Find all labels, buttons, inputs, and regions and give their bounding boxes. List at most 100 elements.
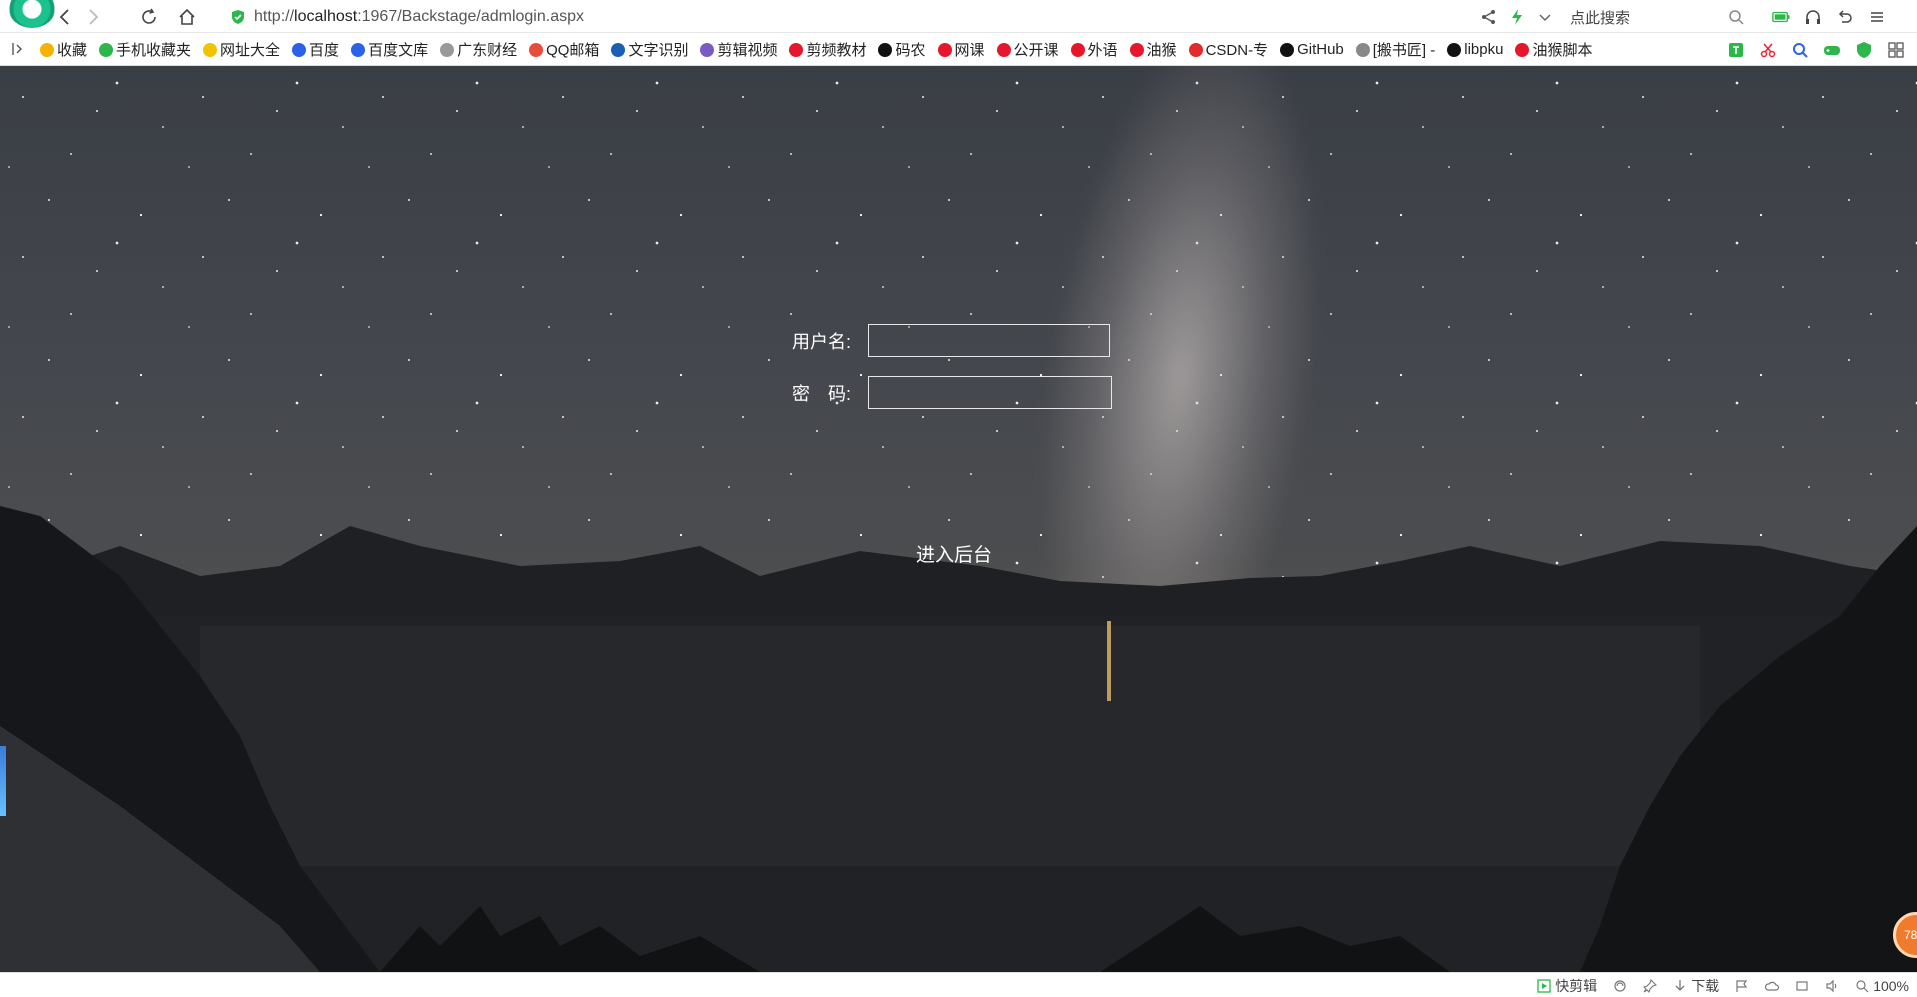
github-icon [1280, 42, 1295, 57]
flag-icon[interactable] [1735, 979, 1749, 993]
zoom-control[interactable]: 100% [1855, 978, 1909, 994]
status-bar: 快剪辑 下载 100% [0, 972, 1917, 997]
grid-apps-icon[interactable] [1887, 41, 1905, 59]
weibo-icon [1129, 42, 1144, 57]
speaker-icon[interactable] [1825, 979, 1839, 993]
cloud-icon[interactable] [1765, 979, 1780, 993]
bookmark-label: 剪辑视频 [717, 42, 778, 59]
home-button[interactable] [174, 4, 200, 30]
username-input[interactable] [868, 324, 1110, 357]
baidu-paw-icon [351, 42, 366, 57]
bookmark-label: 油猴脚本 [1532, 42, 1593, 59]
search-placeholder: 点此搜索 [1570, 9, 1631, 27]
globe-icon [203, 42, 218, 57]
bookmark-item[interactable]: libpku [1447, 41, 1503, 58]
bookmark-item[interactable]: 剪辑视频 [700, 39, 777, 60]
address-bar[interactable]: http://localhost:1967/Backstage/admlogin… [230, 4, 1460, 30]
github-icon [1447, 42, 1462, 57]
bookmark-tools [1727, 33, 1905, 66]
search-icon[interactable] [1727, 8, 1745, 26]
reload-icon [142, 8, 156, 24]
bookmark-item[interactable]: 百度文库 [351, 39, 428, 60]
forward-button[interactable] [80, 4, 106, 30]
search-box[interactable]: 点此搜索 [1560, 4, 1745, 30]
bookmark-item[interactable]: 油猴 [1129, 39, 1177, 60]
bookmark-label: 百度 [309, 42, 340, 59]
quick-edit-button[interactable]: 快剪辑 [1537, 976, 1597, 996]
translate-icon[interactable] [1727, 41, 1745, 59]
battery-icon[interactable] [1772, 8, 1790, 26]
bookmark-label: QQ邮箱 [546, 42, 600, 59]
bookmark-item[interactable]: 广东财经 [440, 39, 517, 60]
enter-backend-button[interactable]: 进入后台 [916, 540, 992, 567]
bookmark-item[interactable]: 网课 [937, 39, 985, 60]
download-button[interactable]: 下载 [1673, 976, 1719, 996]
url-host: localhost [294, 8, 358, 25]
bookmark-label: 公开课 [1013, 42, 1059, 59]
gamepad-icon[interactable] [1823, 41, 1841, 59]
reload-button[interactable] [136, 4, 162, 30]
phone-icon [99, 42, 114, 57]
weibo-icon [937, 42, 952, 57]
bookmark-label: CSDN-专 [1205, 42, 1269, 59]
download-arrow-icon [1673, 979, 1687, 993]
secure-shield-icon [232, 10, 244, 24]
bookmark-item[interactable]: 文字识别 [611, 39, 688, 60]
bookmark-label: 码农 [895, 42, 926, 59]
headphones-icon[interactable] [1804, 8, 1822, 26]
toolbar-right-icons [1772, 4, 1886, 30]
bookmark-item[interactable]: CSDN-专 [1188, 39, 1269, 60]
csdn-icon [1188, 42, 1203, 57]
bookmark-bar: 收藏 手机收藏夹 网址大全 百度 百度文库 广东财经 QQ邮箱 文字识别 剪辑视频 剪频教材 码农 网… [0, 33, 1917, 66]
bookmark-item[interactable]: 油猴脚本 [1515, 39, 1592, 60]
bookmark-item[interactable]: 剪频教材 [789, 39, 866, 60]
url-text: http://localhost:1967/Backstage/admlogin… [254, 8, 584, 26]
undo-icon[interactable] [1836, 8, 1854, 26]
magnifier-icon[interactable] [1791, 41, 1809, 59]
chevron-down-icon[interactable] [1536, 8, 1554, 26]
sidebar-toggle-icon[interactable] [10, 41, 26, 57]
url-prefix: http:// [254, 8, 295, 25]
github-icon [878, 42, 893, 57]
bookmark-item[interactable]: 公开课 [996, 39, 1059, 60]
bookmark-item[interactable]: 收藏 [40, 39, 87, 60]
bookmark-label: 网址大全 [220, 42, 281, 59]
username-row: 用户名: [792, 324, 1110, 357]
home-icon [179, 8, 195, 25]
share-icon[interactable] [1480, 8, 1498, 26]
bookmark-item[interactable]: QQ邮箱 [529, 39, 599, 60]
play-square-icon [1537, 978, 1551, 993]
bookmark-item[interactable]: 手机收藏夹 [99, 39, 191, 60]
back-button[interactable] [52, 4, 78, 30]
bookmark-item[interactable]: 百度 [292, 39, 339, 60]
bookmark-item[interactable]: 码农 [878, 39, 926, 60]
bookmark-label: 广东财经 [457, 42, 518, 59]
address-bar-actions [1480, 4, 1554, 30]
bookmark-item[interactable]: GitHub [1280, 41, 1344, 58]
download-label: 下载 [1691, 977, 1720, 994]
weibo-icon [1070, 42, 1085, 57]
ocr-icon [611, 42, 626, 57]
browser-logo-icon[interactable] [8, 0, 56, 28]
scissors-icon[interactable] [1759, 41, 1777, 59]
video-icon [700, 42, 715, 57]
bookmark-item[interactable]: [搬书匠] - [1355, 39, 1436, 60]
swirl-icon[interactable] [1613, 979, 1627, 993]
bookmark-label: GitHub [1297, 41, 1344, 58]
menu-icon[interactable] [1868, 8, 1886, 26]
bookmark-label: 文字识别 [628, 42, 689, 59]
lightning-icon[interactable] [1508, 8, 1526, 26]
window-icon[interactable] [1795, 979, 1809, 993]
bookmark-item[interactable]: 外语 [1070, 39, 1118, 60]
shield-icon[interactable] [1855, 41, 1873, 59]
bookmark-item[interactable]: 网址大全 [203, 39, 280, 60]
quick-edit-label: 快剪辑 [1555, 977, 1598, 994]
bookmark-label: [搬书匠] - [1372, 42, 1436, 59]
password-input[interactable] [868, 376, 1112, 409]
page-icon [440, 42, 455, 57]
bookmark-label: 手机收藏夹 [116, 42, 192, 59]
zoom-level: 100% [1873, 977, 1909, 994]
pin-icon[interactable] [1643, 978, 1658, 993]
bookmark-label: 外语 [1087, 42, 1118, 59]
qq-mail-icon [529, 42, 544, 57]
